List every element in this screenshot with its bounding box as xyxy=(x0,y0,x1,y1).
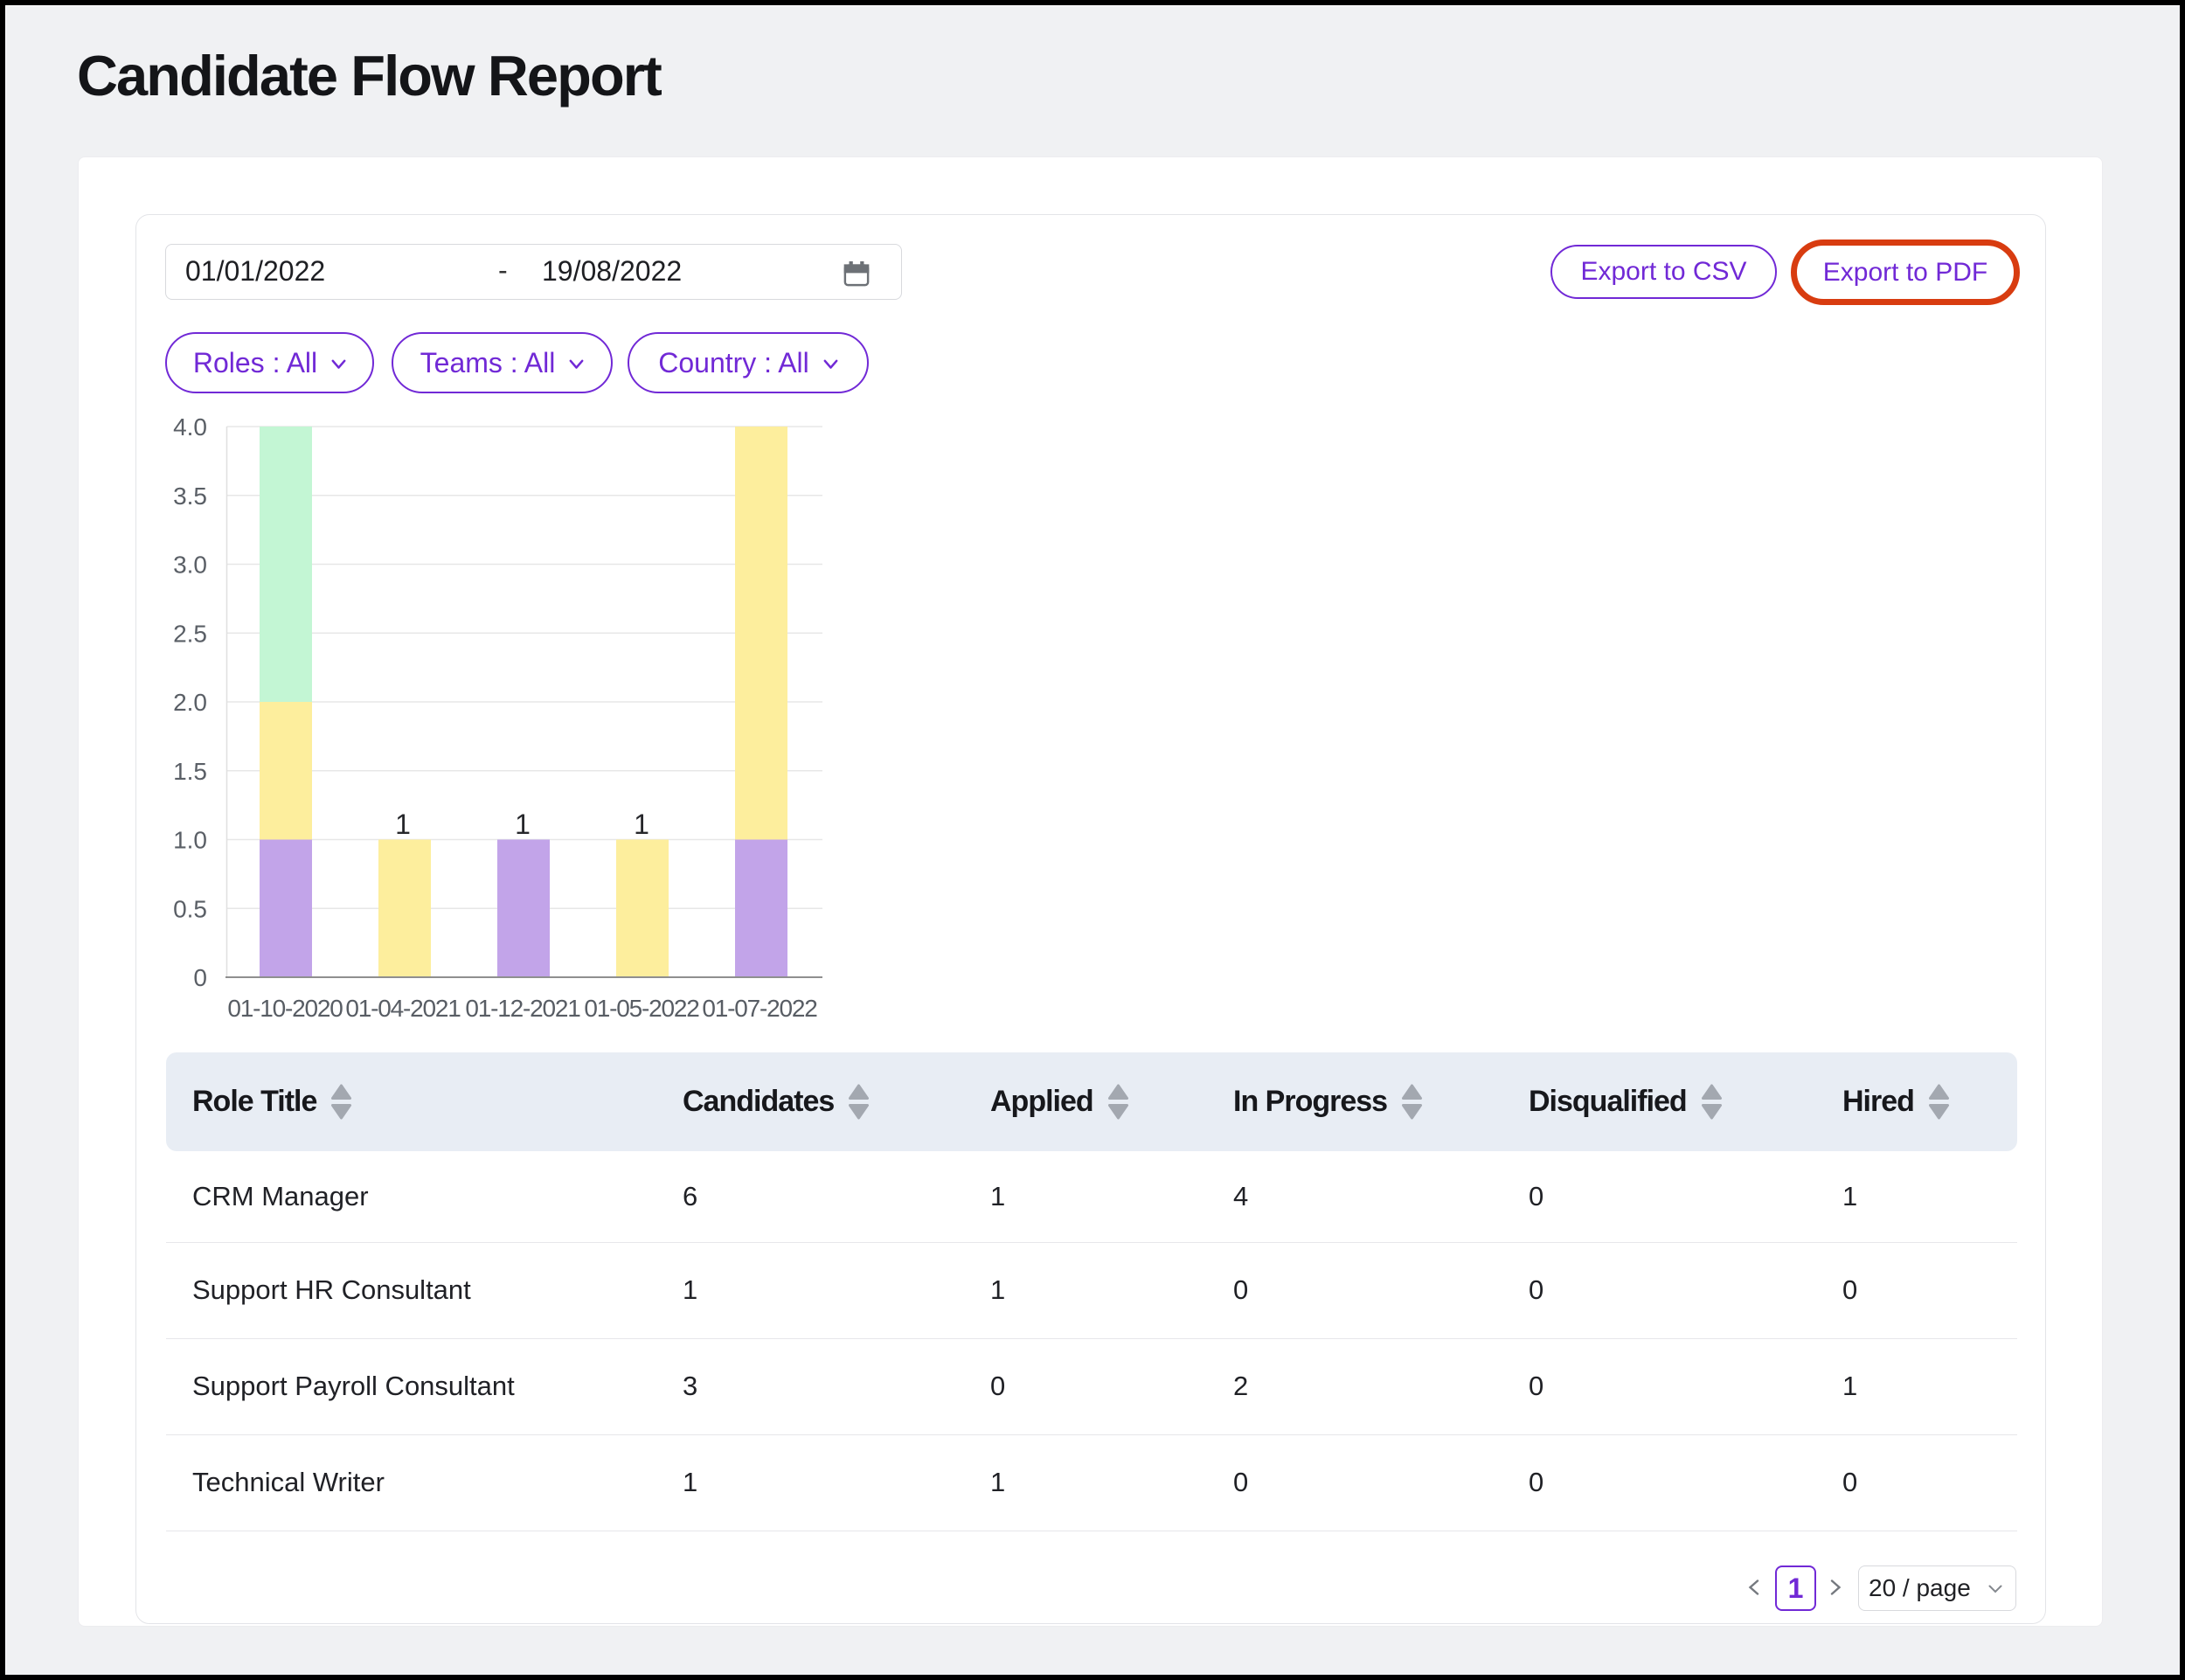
svg-text:1.0: 1.0 xyxy=(173,827,207,854)
svg-text:2.0: 2.0 xyxy=(173,689,207,716)
svg-text:2.5: 2.5 xyxy=(173,620,207,647)
svg-text:3.0: 3.0 xyxy=(173,552,207,579)
svg-text:1: 1 xyxy=(395,809,411,840)
svg-text:3.5: 3.5 xyxy=(173,482,207,510)
svg-text:1: 1 xyxy=(634,809,649,840)
svg-text:01-10-2020: 01-10-2020 xyxy=(227,995,343,1022)
svg-text:01-04-2021: 01-04-2021 xyxy=(345,995,461,1022)
svg-text:01-12-2021: 01-12-2021 xyxy=(465,995,580,1022)
svg-text:0: 0 xyxy=(193,964,207,991)
svg-text:0.5: 0.5 xyxy=(173,895,207,922)
svg-text:01-07-2022: 01-07-2022 xyxy=(702,995,817,1022)
svg-text:1: 1 xyxy=(515,809,531,840)
svg-text:1.5: 1.5 xyxy=(173,758,207,785)
svg-text:01-05-2022: 01-05-2022 xyxy=(584,995,699,1022)
svg-text:4.0: 4.0 xyxy=(173,413,207,441)
